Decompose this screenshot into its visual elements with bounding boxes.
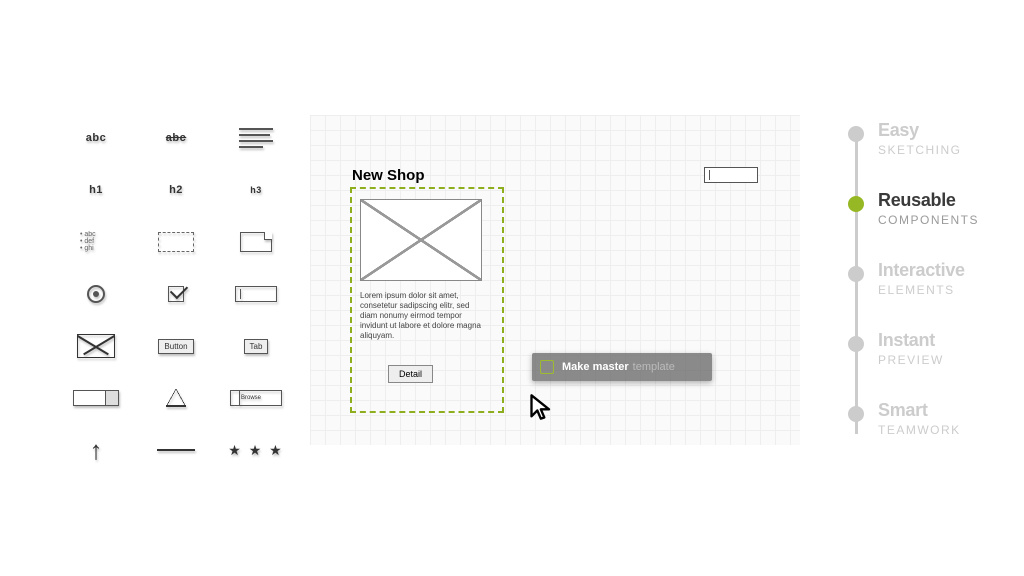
timeline-dot-icon [848,336,864,352]
timeline-dot-icon [848,406,864,422]
triangle-icon [166,389,186,407]
timeline-dot-icon [848,196,864,212]
stage: abc abc h1 h2 h3 • abc • def • ghi [0,0,1024,576]
detail-button[interactable]: Detail [388,365,433,383]
widget-note[interactable] [220,229,292,255]
feature-title: Easy [878,120,1018,141]
feature-title: Reusable [878,190,1018,211]
feature-title: Smart [878,400,1018,421]
widget-checkbox[interactable] [140,281,212,307]
note-icon [240,232,272,252]
widget-envelope[interactable] [60,333,132,359]
component-palette: abc abc h1 h2 h3 • abc • def • ghi [60,125,300,463]
timeline-dot-icon [848,266,864,282]
textfield-icon [235,286,277,302]
widget-h2[interactable]: h2 [140,177,212,203]
arrow-up-icon: ↑ [90,437,103,463]
feature-title: Instant [878,330,1018,351]
hrule-icon [157,449,195,451]
widget-text[interactable]: abc [60,125,132,151]
canvas-title[interactable]: New Shop [352,167,425,184]
feature-sub: ELEMENTS [878,283,955,297]
context-checkbox-icon [540,360,554,374]
image-placeholder[interactable] [360,199,482,281]
feature-timeline: Easy SKETCHING Reusable COMPONENTS Inter… [848,120,1018,470]
widget-combobox[interactable] [60,385,132,411]
widget-h3[interactable]: h3 [220,177,292,203]
combobox-icon [73,390,119,406]
checkbox-icon [168,286,184,302]
cursor-icon [528,393,556,421]
dotted-box-icon [158,232,194,252]
context-secondary-label: template [633,361,675,373]
widget-triangle[interactable] [140,385,212,411]
list-icon: • abc • def • ghi [80,231,112,253]
browser-icon: Browse [230,390,282,406]
widget-arrow[interactable]: ↑ [60,437,132,463]
widget-h1[interactable]: h1 [60,177,132,203]
feature-sub: COMPONENTS [878,213,979,227]
tab-icon: Tab [244,339,269,354]
timeline-dot-icon [848,126,864,142]
stars-icon: ★ ★ ★ [228,442,283,459]
widget-dotted-box[interactable] [140,229,212,255]
button-icon: Button [158,339,193,354]
feature-sub: PREVIEW [878,353,944,367]
widget-rating[interactable]: ★ ★ ★ [220,437,292,463]
paragraph-icon [239,128,273,148]
feature-easy[interactable]: Easy SKETCHING [848,120,1018,190]
radio-icon [87,285,105,303]
design-canvas[interactable]: New Shop Lorem ipsum dolor sit amet, con… [310,115,800,445]
feature-reusable[interactable]: Reusable COMPONENTS [848,190,1018,260]
widget-button[interactable]: Button [140,333,212,359]
feature-sub: SKETCHING [878,143,962,157]
envelope-icon [77,334,115,358]
widget-paragraph[interactable] [220,125,292,151]
feature-interactive[interactable]: Interactive ELEMENTS [848,260,1018,330]
widget-strikethrough[interactable]: abc [140,125,212,151]
canvas-textfield[interactable] [704,167,758,183]
widget-browser[interactable]: Browse [220,385,292,411]
widget-hrule[interactable] [140,437,212,463]
widget-textfield[interactable] [220,281,292,307]
widget-list[interactable]: • abc • def • ghi [60,229,132,255]
feature-title: Interactive [878,260,1018,281]
feature-instant[interactable]: Instant PREVIEW [848,330,1018,400]
context-menu[interactable]: Make master template [532,353,712,381]
feature-smart[interactable]: Smart TEAMWORK [848,400,1018,470]
widget-radio[interactable] [60,281,132,307]
feature-sub: TEAMWORK [878,423,961,437]
context-primary-label: Make master [562,361,629,373]
lorem-text[interactable]: Lorem ipsum dolor sit amet, consetetur s… [360,291,488,341]
widget-tab[interactable]: Tab [220,333,292,359]
